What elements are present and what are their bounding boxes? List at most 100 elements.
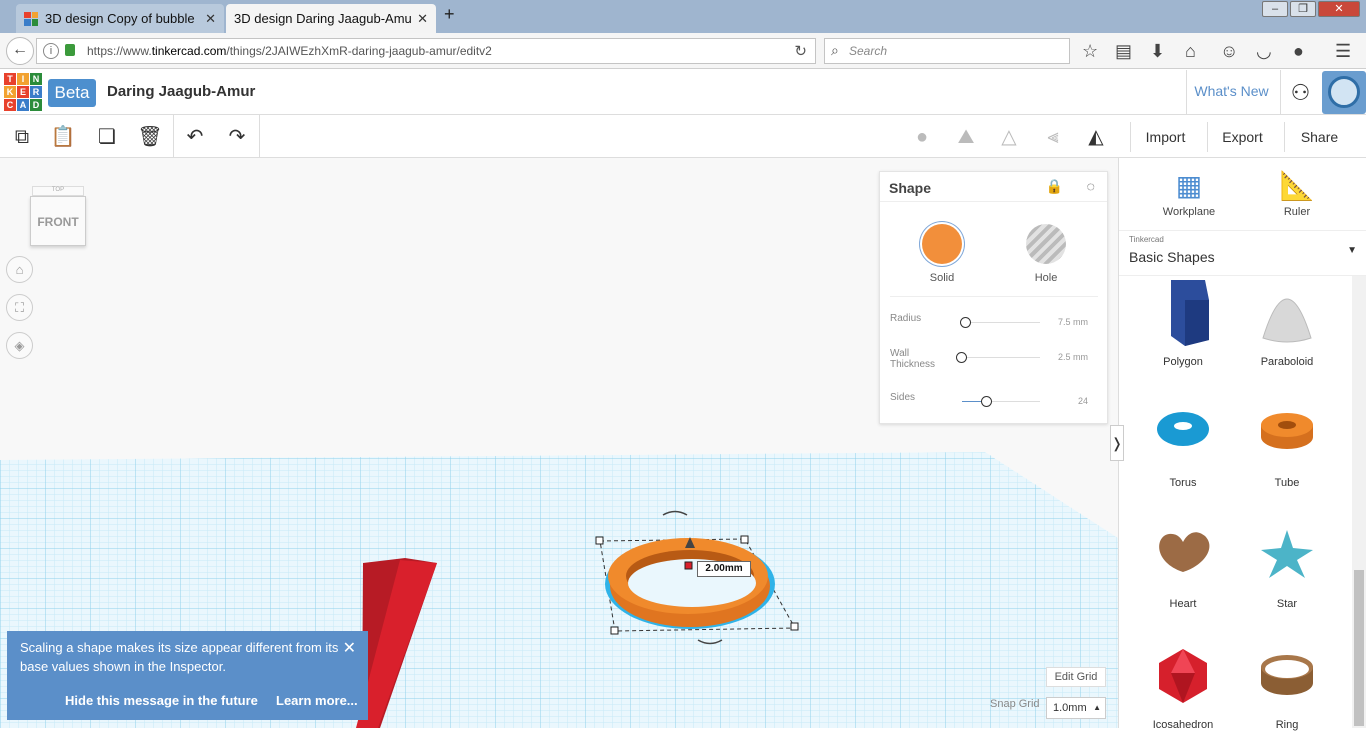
- home-icon[interactable]: ⌂: [1185, 39, 1196, 63]
- import-button[interactable]: Import: [1130, 122, 1200, 152]
- scrollbar-thumb[interactable]: [1354, 570, 1364, 726]
- share-button[interactable]: Share: [1284, 122, 1354, 152]
- duplicate-icon[interactable]: ❏: [93, 123, 121, 151]
- url-domain: tinkercad.com: [151, 44, 227, 58]
- toast-message: Scaling a shape makes its size appear di…: [20, 640, 339, 674]
- close-tab-icon[interactable]: ✕: [417, 11, 428, 27]
- dimension-label[interactable]: 2.00mm: [697, 561, 751, 577]
- hole-swatch[interactable]: [1026, 224, 1066, 264]
- window-close-icon[interactable]: ✕: [1318, 1, 1360, 17]
- sides-slider-knob[interactable]: [981, 396, 992, 407]
- tinkercad-logo[interactable]: TIN KER CAD: [4, 73, 42, 111]
- library-name: Basic Shapes: [1129, 249, 1215, 265]
- sides-value[interactable]: 24: [1078, 396, 1088, 406]
- hole-option[interactable]: Hole: [1016, 224, 1076, 284]
- home-view-icon[interactable]: ⌂: [6, 256, 33, 283]
- add-user-icon[interactable]: ⚇: [1280, 70, 1320, 115]
- browser-tab-2[interactable]: 3D design Daring Jaagub-Amur... ✕: [226, 4, 436, 33]
- download-icon[interactable]: ⬇: [1150, 39, 1165, 63]
- radius-slider-track[interactable]: [962, 322, 1040, 323]
- copy-icon[interactable]: ⧉: [8, 123, 36, 151]
- editor-toolbar: ⧉ 📋 ❏ 🗑 ↶ ↷ ● ⛰ △ ⫷ ◭ Import Export Shar…: [0, 115, 1366, 158]
- shape-library-select[interactable]: Tinkercad Basic Shapes ▼: [1119, 230, 1366, 276]
- whats-new-link[interactable]: What's New: [1186, 70, 1276, 115]
- radius-value[interactable]: 7.5 mm: [1058, 317, 1088, 327]
- search-field[interactable]: ⌕ Search: [824, 38, 1070, 64]
- shape-icosahedron[interactable]: Icosahedron: [1133, 643, 1233, 731]
- workplane-tool[interactable]: ▦ Workplane: [1154, 166, 1224, 218]
- wall-thickness-slider-track[interactable]: [962, 357, 1040, 358]
- address-bar[interactable]: i https://www. tinkercad.com/things/2JAIW…: [36, 38, 816, 64]
- close-tab-icon[interactable]: ✕: [205, 11, 216, 27]
- snap-grid-label: Snap Grid: [990, 698, 1040, 710]
- close-icon[interactable]: ✕: [343, 638, 356, 658]
- browser-nav-bar: ← i https://www. tinkercad.com/things/2JA…: [0, 33, 1366, 69]
- shape-tube[interactable]: Tube: [1237, 401, 1337, 489]
- notes-bulb-icon[interactable]: ●: [908, 123, 936, 151]
- sides-slider-track[interactable]: [962, 401, 1040, 402]
- shape-ring[interactable]: Ring: [1237, 643, 1337, 731]
- menu-icon[interactable]: ☰: [1335, 39, 1351, 63]
- solid-swatch[interactable]: [922, 224, 962, 264]
- learn-more-link[interactable]: Learn more...: [276, 693, 358, 708]
- back-arrow-icon[interactable]: ←: [6, 37, 34, 65]
- shape-inspector: Shape 🔒 ◌ Solid Hole Radius 7.5 mm Wall …: [879, 171, 1108, 424]
- fit-view-icon[interactable]: ⛶: [6, 294, 33, 321]
- shape-label: Icosahedron: [1152, 719, 1214, 731]
- reload-icon[interactable]: ↻: [794, 42, 807, 60]
- project-title[interactable]: Daring Jaagub-Amur: [107, 83, 255, 100]
- shape-label: Paraboloid: [1260, 356, 1314, 368]
- perspective-icon[interactable]: ◈: [6, 332, 33, 359]
- sidebar-scrollbar[interactable]: [1352, 276, 1366, 728]
- shape-star[interactable]: Star: [1237, 522, 1337, 610]
- logo-letter: N: [30, 73, 42, 85]
- shape-paraboloid[interactable]: Paraboloid: [1237, 280, 1337, 368]
- lightbulb-icon[interactable]: ◌: [1087, 178, 1095, 194]
- undo-icon[interactable]: ↶: [181, 123, 209, 151]
- maximize-icon[interactable]: ❐: [1290, 1, 1316, 17]
- app-header: TIN KER CAD Beta Daring Jaagub-Amur What's…: [0, 70, 1366, 115]
- minimize-icon[interactable]: –: [1262, 1, 1288, 17]
- bookmark-star-icon[interactable]: ☆: [1082, 39, 1098, 63]
- view-cube-top[interactable]: TOP: [32, 186, 84, 196]
- align-icon[interactable]: ⫷: [1039, 123, 1067, 151]
- mirror-icon[interactable]: ◭: [1082, 123, 1110, 151]
- workplane-tool-icon[interactable]: ⛰: [952, 123, 980, 151]
- radius-slider-knob[interactable]: [960, 317, 971, 328]
- shape-polygon[interactable]: Polygon: [1133, 280, 1233, 368]
- browser-tab-1[interactable]: 3D design Copy of bubble ... ✕: [16, 4, 224, 33]
- wall-thickness-value[interactable]: 2.5 mm: [1058, 352, 1088, 362]
- pocket-icon[interactable]: ◡: [1256, 39, 1272, 63]
- chat-icon[interactable]: ☺: [1220, 39, 1238, 63]
- avatar[interactable]: [1322, 71, 1366, 114]
- info-icon[interactable]: i: [43, 43, 59, 59]
- redo-icon[interactable]: ↷: [223, 123, 251, 151]
- view-cube[interactable]: TOP FRONT: [28, 186, 86, 248]
- ruler-icon: 📐: [1279, 170, 1315, 201]
- paraboloid-shape-icon: [1262, 298, 1312, 343]
- wall-thickness-slider-knob[interactable]: [956, 352, 967, 363]
- collapse-panel-icon[interactable]: ❭: [1110, 425, 1124, 461]
- url-prefix: https://www.: [87, 44, 152, 58]
- paste-icon[interactable]: 📋: [49, 123, 77, 151]
- snap-grid-select[interactable]: 1.0mm ▲: [1046, 697, 1106, 719]
- view-cube-front[interactable]: FRONT: [30, 196, 86, 246]
- shape-torus[interactable]: Torus: [1133, 401, 1233, 489]
- lock-icon[interactable]: 🔒: [1046, 178, 1063, 195]
- ruler-tool[interactable]: 📐 Ruler: [1262, 166, 1332, 218]
- shapes-sidebar: ▦ Workplane 📐 Ruler Tinkercad Basic Shap…: [1118, 158, 1366, 731]
- logo-letter: I: [17, 73, 29, 85]
- hide-message-link[interactable]: Hide this message in the future: [65, 693, 258, 708]
- tube-shape-icon: [1261, 413, 1313, 449]
- shape-heart[interactable]: Heart: [1133, 522, 1233, 610]
- reading-list-icon[interactable]: ▤: [1115, 39, 1132, 63]
- edit-grid-button[interactable]: Edit Grid: [1046, 667, 1106, 687]
- new-tab-icon[interactable]: +: [444, 4, 455, 25]
- delete-icon[interactable]: 🗑: [136, 123, 164, 151]
- star-shape-icon: [1261, 530, 1313, 578]
- export-button[interactable]: Export: [1207, 122, 1277, 152]
- lightbulb-icon[interactable]: ●: [1293, 39, 1304, 63]
- shape-label: Star: [1276, 598, 1298, 610]
- solid-option[interactable]: Solid: [912, 224, 972, 284]
- ruler-tool-icon[interactable]: △: [995, 123, 1023, 151]
